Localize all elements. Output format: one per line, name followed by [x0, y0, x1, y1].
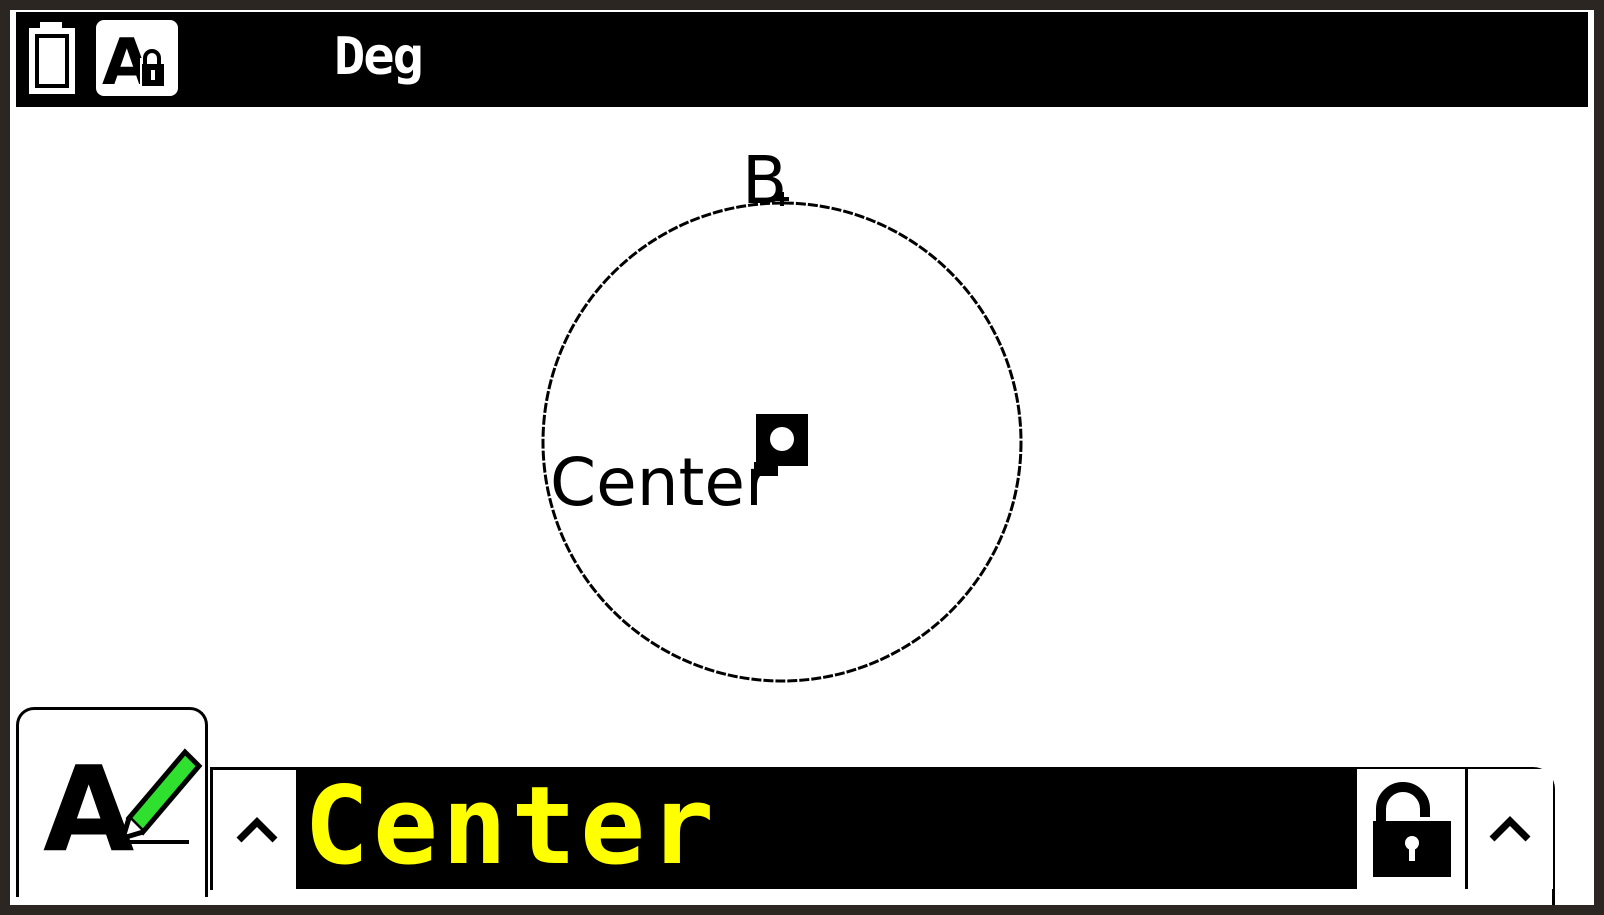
history-up-button[interactable]: [210, 770, 296, 890]
calculator-screen: A Deg Center B A Center: [0, 0, 1604, 915]
text-input-field[interactable]: Center: [296, 769, 1357, 889]
point-label-center[interactable]: Center: [550, 450, 772, 516]
text-edit-pencil-icon: A: [43, 740, 203, 878]
svg-text:A: A: [43, 740, 134, 878]
text-mode-tab[interactable]: A: [16, 707, 208, 897]
caret-up-icon: [1489, 816, 1531, 842]
input-text-value: Center: [304, 764, 719, 889]
unlock-icon: [1373, 782, 1451, 877]
lock-toggle-button[interactable]: [1357, 769, 1465, 889]
center-point-dot: [770, 427, 794, 451]
caret-up-icon: [236, 817, 278, 843]
point-label-b[interactable]: B: [742, 148, 787, 214]
expand-up-button[interactable]: [1465, 769, 1553, 889]
